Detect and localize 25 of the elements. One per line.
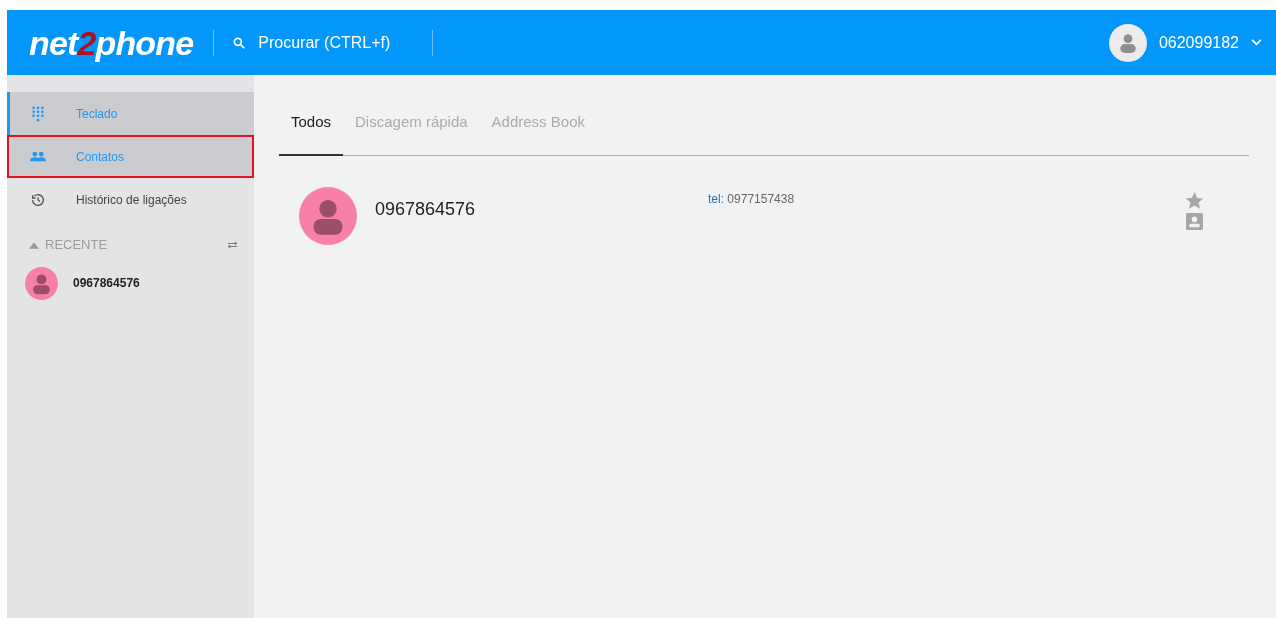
- dialpad-icon: [31, 105, 45, 122]
- search-field[interactable]: Procurar (CTRL+f): [232, 30, 433, 55]
- chevron-down-icon[interactable]: [1251, 39, 1262, 46]
- avatar-icon: [299, 187, 357, 245]
- contact-name[interactable]: 0967864576: [375, 196, 708, 223]
- tab[interactable]: Todos: [279, 99, 344, 156]
- nav-item[interactable]: Teclado: [7, 92, 254, 135]
- recent-number[interactable]: 0967864576: [73, 274, 140, 292]
- nav-item[interactable]: Contatos: [7, 135, 254, 178]
- people-icon: [30, 151, 46, 162]
- logo: net2phone: [29, 25, 194, 60]
- section-title: RECENTE: [45, 236, 108, 255]
- account-number[interactable]: 062099182: [1158, 30, 1239, 55]
- caret-icon[interactable]: [29, 241, 39, 249]
- avatar-icon: [25, 266, 58, 300]
- phone-number: tel: 0977157438: [708, 191, 795, 208]
- swap-icon[interactable]: [227, 241, 238, 249]
- history-icon: [30, 191, 46, 208]
- avatar-icon: [1108, 23, 1147, 62]
- tab[interactable]: Discagem rápida: [343, 99, 480, 156]
- contact-card-icon[interactable]: [1186, 213, 1203, 230]
- tab[interactable]: Address Book: [479, 99, 597, 156]
- search-icon: [232, 35, 247, 50]
- nav-item[interactable]: Histórico de ligações: [7, 178, 254, 221]
- star-icon[interactable]: [1184, 190, 1205, 211]
